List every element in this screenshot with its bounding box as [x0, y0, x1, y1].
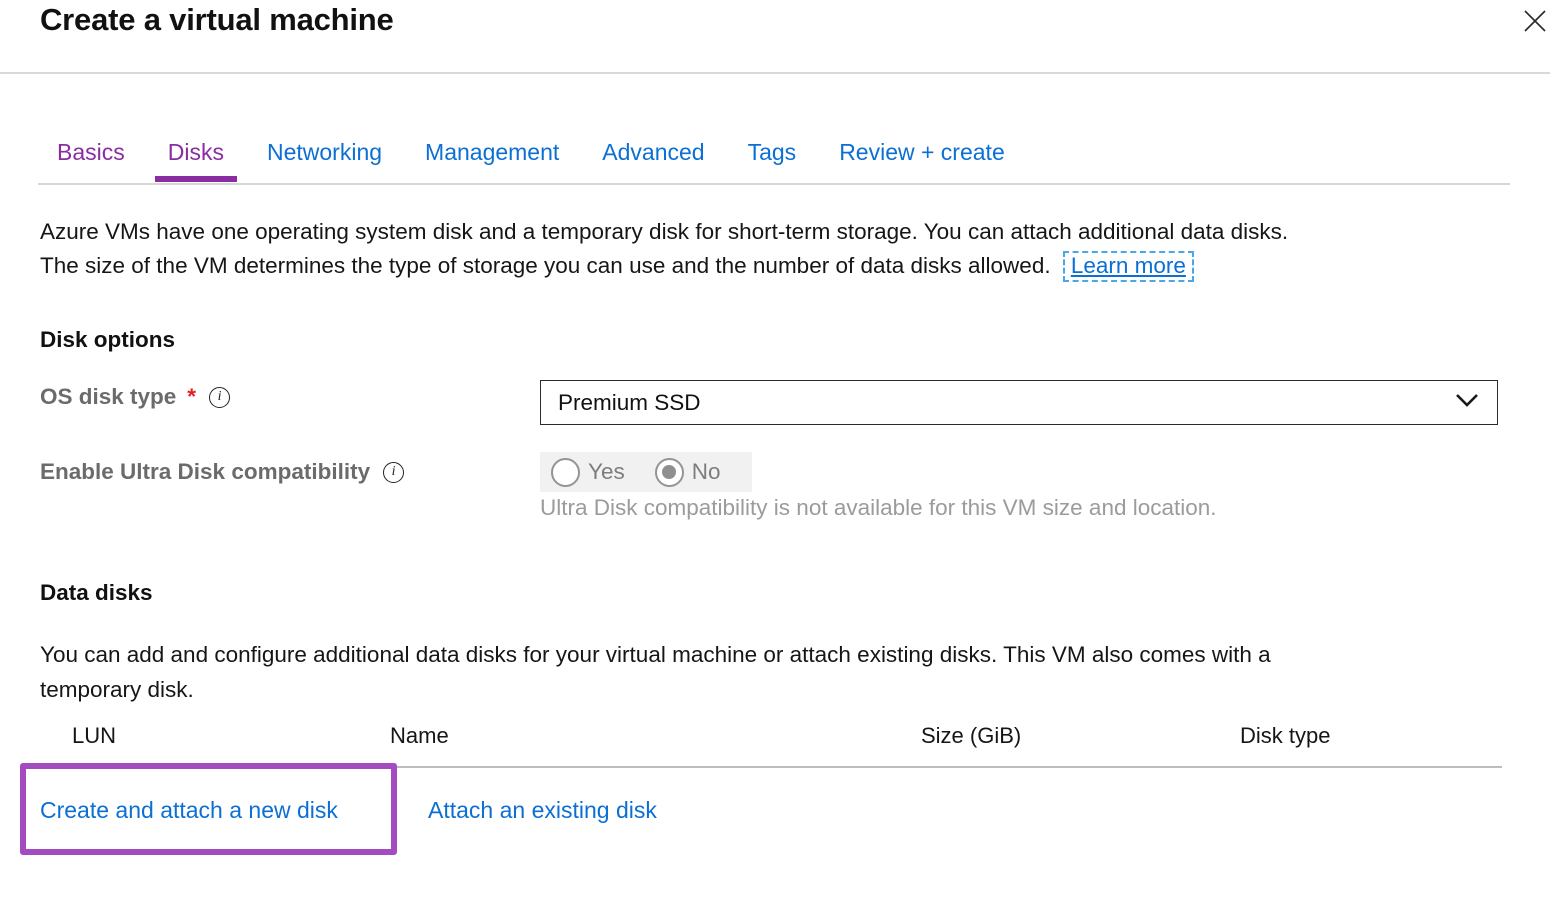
radio-circle-yes[interactable]	[551, 458, 580, 487]
learn-more-link[interactable]: Learn more	[1063, 251, 1194, 282]
disks-tab-description: Azure VMs have one operating system disk…	[40, 215, 1520, 283]
ultra-disk-radio-group: Yes No	[540, 452, 752, 492]
radio-option-yes[interactable]: Yes	[551, 458, 625, 487]
tab-review-create[interactable]: Review + create	[839, 139, 1005, 182]
os-disk-type-info-icon[interactable]: i	[209, 387, 230, 408]
tab-tags[interactable]: Tags	[748, 139, 797, 182]
tab-networking[interactable]: Networking	[267, 139, 382, 182]
disk-options-heading: Disk options	[40, 327, 175, 353]
ultra-disk-label: Enable Ultra Disk compatibility i	[40, 459, 404, 485]
data-disks-description-line2: temporary disk.	[40, 677, 194, 702]
attach-existing-disk-link[interactable]: Attach an existing disk	[428, 797, 657, 824]
required-asterisk: *	[187, 384, 196, 410]
ultra-disk-helper-text: Ultra Disk compatibility is not availabl…	[540, 495, 1217, 521]
os-disk-type-dropdown[interactable]: Premium SSD	[540, 380, 1498, 425]
os-disk-type-selected-value: Premium SSD	[558, 390, 701, 416]
tab-basics[interactable]: Basics	[57, 139, 125, 182]
os-disk-type-label-text: OS disk type	[40, 384, 176, 410]
ultra-disk-label-text: Enable Ultra Disk compatibility	[40, 459, 370, 485]
create-vm-dialog: Create a virtual machine Basics Disks Ne…	[0, 0, 1550, 922]
data-disks-description-line1: You can add and configure additional dat…	[40, 642, 1271, 667]
data-disks-heading: Data disks	[40, 580, 153, 606]
tab-management[interactable]: Management	[425, 139, 559, 182]
radio-option-no[interactable]: No	[655, 458, 721, 487]
table-header-divider	[40, 766, 1502, 768]
tab-advanced[interactable]: Advanced	[602, 139, 704, 182]
ultra-disk-info-icon[interactable]: i	[383, 462, 404, 483]
column-header-name: Name	[390, 723, 449, 749]
radio-circle-no[interactable]	[655, 458, 684, 487]
tabs-divider	[38, 183, 1510, 185]
data-disks-description: You can add and configure additional dat…	[40, 637, 1500, 707]
column-header-size: Size (GiB)	[921, 723, 1021, 749]
tab-disks[interactable]: Disks	[168, 139, 224, 182]
description-line1: Azure VMs have one operating system disk…	[40, 219, 1288, 244]
os-disk-type-label: OS disk type * i	[40, 384, 230, 410]
wizard-tabs: Basics Disks Networking Management Advan…	[57, 139, 1005, 182]
radio-label-no: No	[692, 459, 721, 485]
radio-label-yes: Yes	[588, 459, 625, 485]
column-header-lun: LUN	[72, 723, 116, 749]
header-divider	[0, 72, 1550, 74]
column-header-disk-type: Disk type	[1240, 723, 1330, 749]
radio-selected-dot	[662, 465, 676, 479]
chevron-down-icon	[1455, 393, 1479, 412]
create-and-attach-new-disk-link[interactable]: Create and attach a new disk	[40, 797, 338, 824]
close-icon[interactable]	[1520, 6, 1550, 36]
description-line2: The size of the VM determines the type o…	[40, 253, 1051, 278]
page-title: Create a virtual machine	[40, 2, 394, 38]
